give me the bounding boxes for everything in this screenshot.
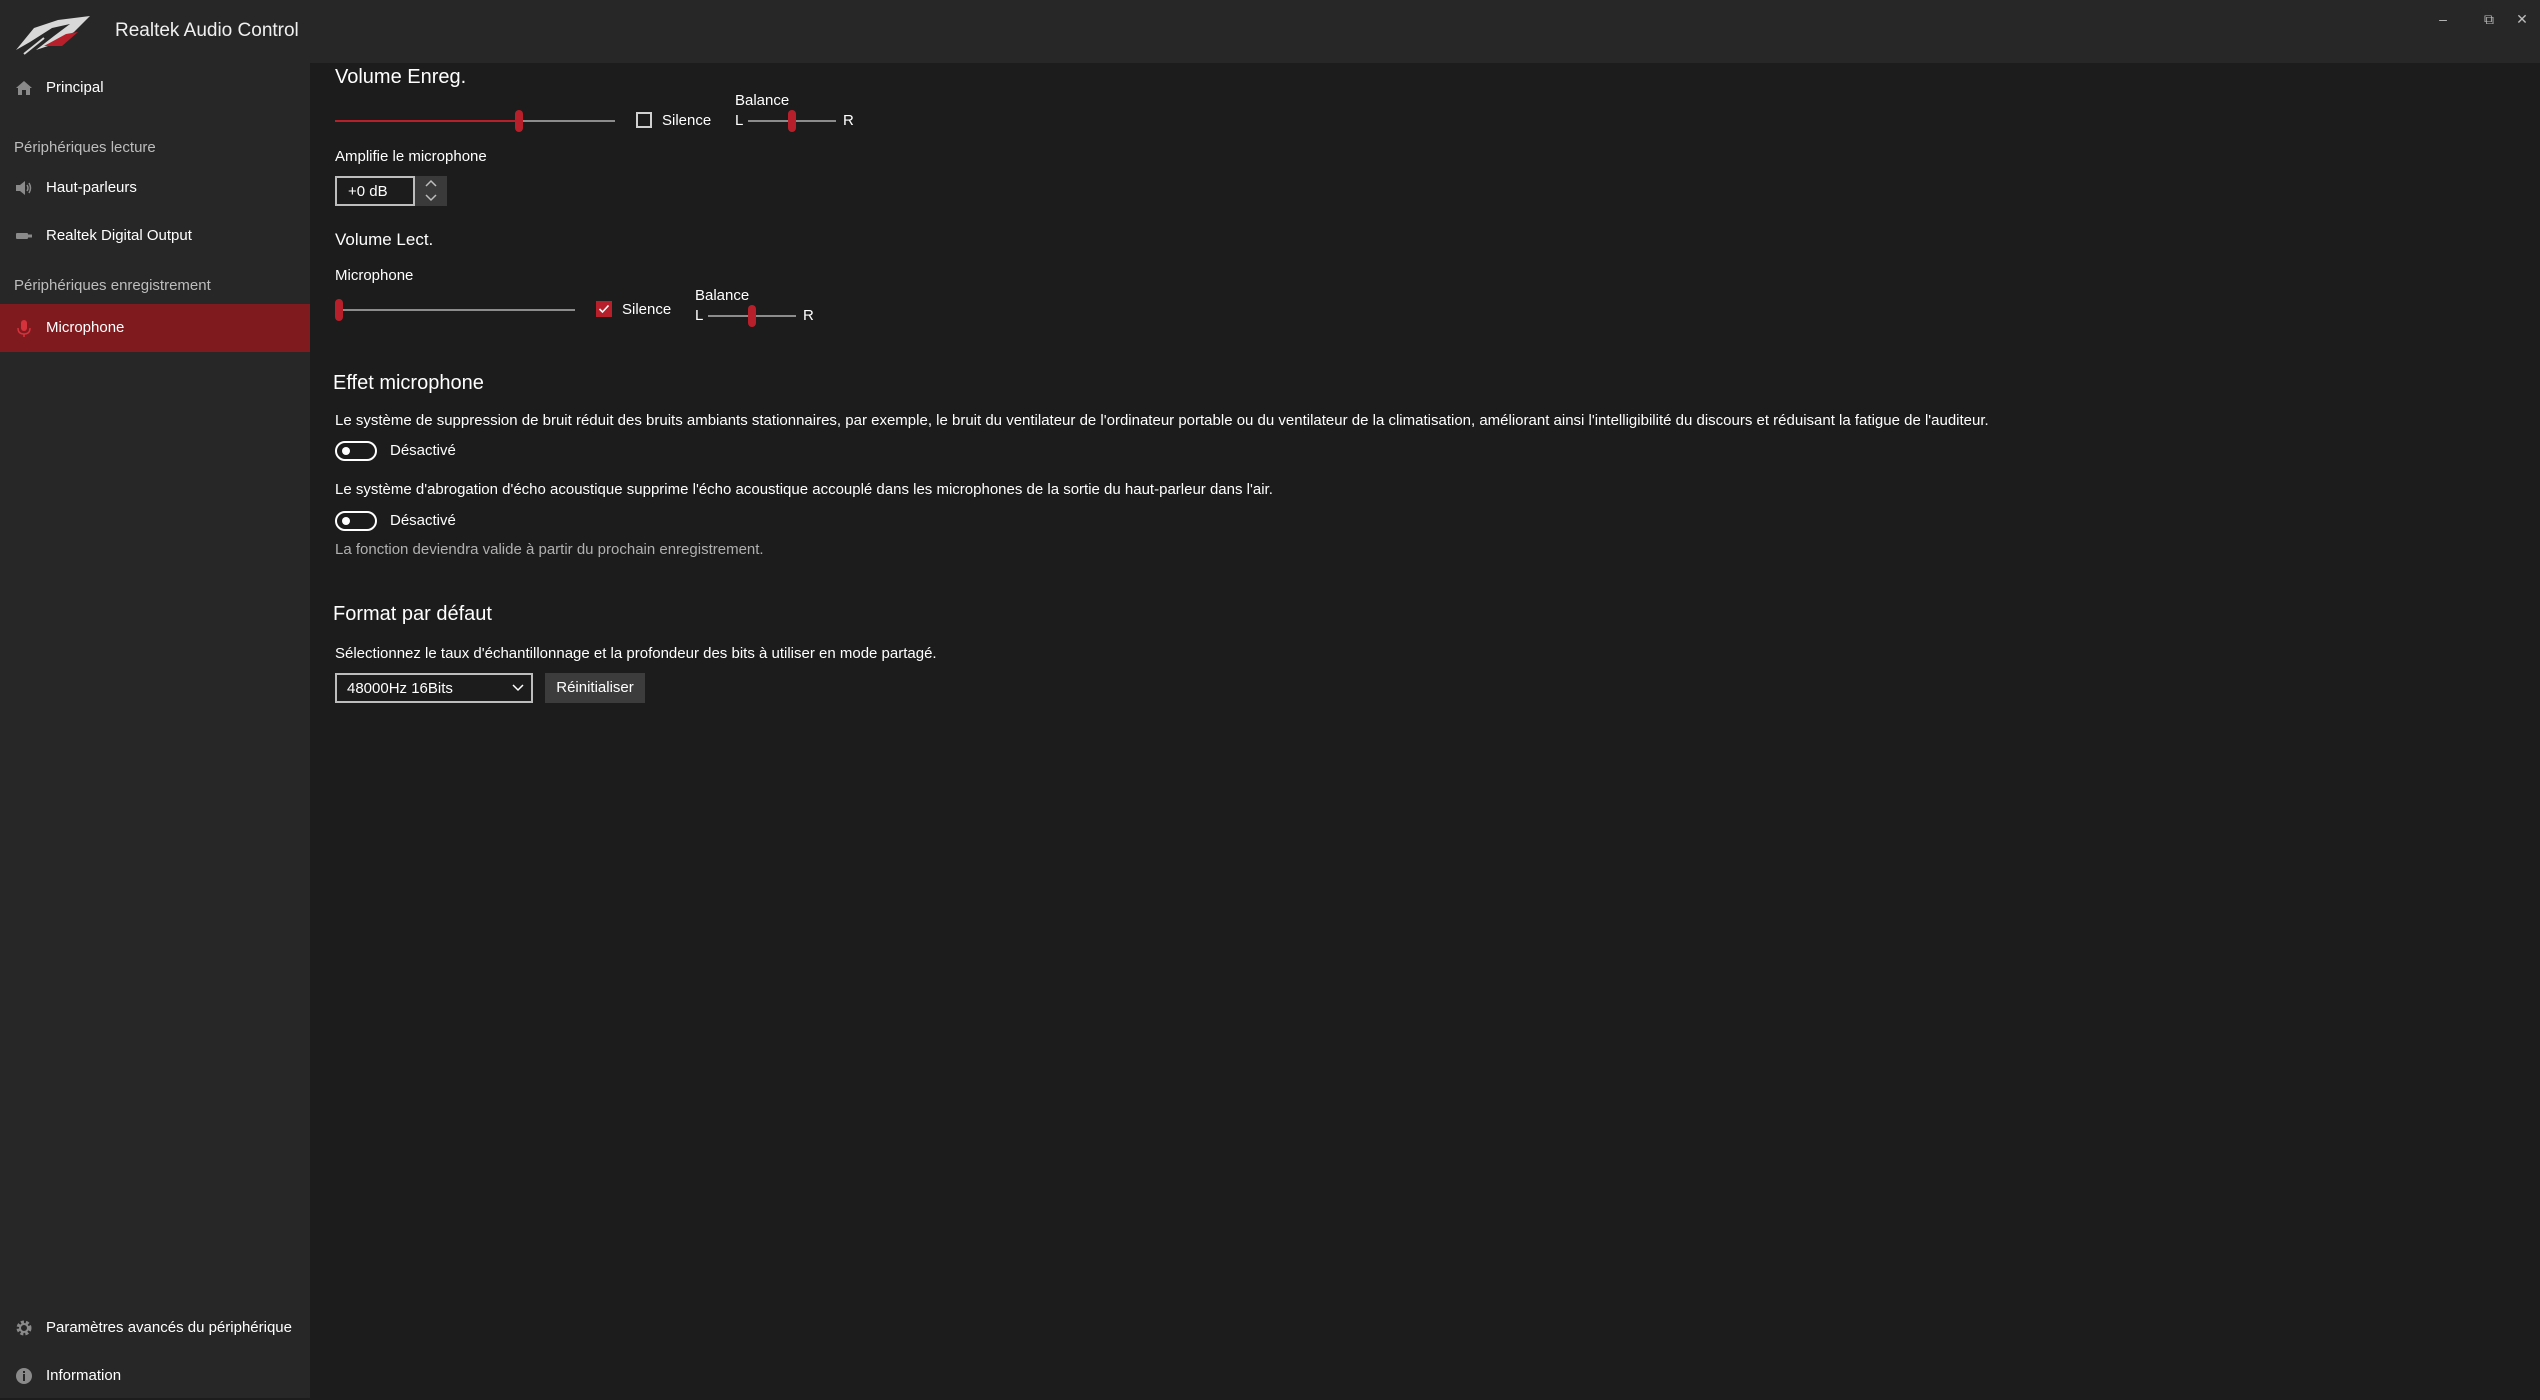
echo-cancellation-description: Le système d'abrogation d'écho acoustiqu… bbox=[335, 481, 1273, 498]
toggle-knob bbox=[342, 517, 350, 525]
playback-mute-checkbox[interactable] bbox=[596, 301, 612, 317]
gear-icon bbox=[16, 1320, 32, 1336]
app-title: Realtek Audio Control bbox=[115, 20, 299, 41]
record-volume-fill bbox=[335, 120, 519, 122]
playback-channel-label: Microphone bbox=[335, 267, 414, 284]
mic-boost-stepper bbox=[415, 176, 447, 206]
mic-effect-title: Effet microphone bbox=[333, 372, 484, 394]
playback-mute-label: Silence bbox=[622, 301, 672, 318]
toggle-knob bbox=[342, 447, 350, 455]
sidebar-item-advanced-settings[interactable]: Paramètres avancés du périphérique bbox=[0, 1304, 310, 1352]
playback-volume-slider[interactable] bbox=[335, 299, 575, 321]
mic-boost-value-text: +0 dB bbox=[348, 183, 388, 200]
minimize-button[interactable]: – bbox=[2420, 4, 2466, 34]
sidebar-item-speakers[interactable]: Haut-parleurs bbox=[0, 164, 310, 212]
sidebar: Principal Périphériques lecture Haut-par… bbox=[0, 63, 310, 1398]
record-balance-right-label: R bbox=[843, 112, 854, 129]
echo-cancellation-toggle[interactable] bbox=[335, 511, 377, 531]
record-volume-title: Volume Enreg. bbox=[335, 66, 467, 88]
echo-cancellation-state: Désactivé bbox=[390, 512, 456, 529]
record-volume-slider[interactable] bbox=[335, 110, 615, 132]
home-icon bbox=[16, 81, 32, 95]
recording-devices-header: Périphériques enregistrement bbox=[14, 277, 211, 294]
reset-button[interactable]: Réinitialiser bbox=[545, 673, 645, 703]
mic-boost-value[interactable]: +0 dB bbox=[335, 176, 415, 206]
chevron-up-icon[interactable] bbox=[424, 178, 438, 188]
checkmark-icon bbox=[598, 304, 610, 314]
playback-balance-slider[interactable] bbox=[708, 305, 796, 327]
playback-volume-thumb[interactable] bbox=[335, 299, 343, 321]
sidebar-item-information[interactable]: Information bbox=[0, 1352, 310, 1400]
sidebar-item-principal[interactable]: Principal bbox=[0, 64, 310, 112]
close-button[interactable]: ✕ bbox=[2504, 4, 2540, 34]
sidebar-item-digital-output[interactable]: Realtek Digital Output bbox=[0, 212, 310, 260]
playback-balance-label: Balance bbox=[695, 287, 750, 304]
playback-devices-header: Périphériques lecture bbox=[14, 139, 156, 156]
record-balance-left-label: L bbox=[735, 112, 744, 129]
noise-suppression-description: Le système de suppression de bruit rédui… bbox=[335, 412, 1989, 429]
title-bar: Realtek Audio Control – ⧉ ✕ bbox=[0, 0, 2540, 63]
sidebar-item-microphone[interactable]: Microphone bbox=[0, 304, 310, 352]
record-mute-checkbox[interactable] bbox=[636, 112, 652, 128]
sidebar-item-label: Realtek Digital Output bbox=[46, 227, 192, 244]
playback-balance-right-label: R bbox=[803, 307, 814, 324]
record-volume-thumb[interactable] bbox=[515, 110, 523, 132]
microphone-icon bbox=[17, 320, 31, 337]
playback-balance-left-label: L bbox=[695, 307, 704, 324]
record-balance-thumb[interactable] bbox=[788, 110, 796, 132]
sidebar-item-label: Principal bbox=[46, 79, 104, 96]
info-icon bbox=[16, 1368, 32, 1384]
mic-effect-note: La fonction deviendra valide à partir du… bbox=[335, 541, 764, 558]
record-balance-slider[interactable] bbox=[748, 110, 836, 132]
chevron-down-icon[interactable] bbox=[424, 193, 438, 203]
digital-output-icon bbox=[16, 233, 32, 239]
main-content: Volume Enreg. Silence Balance L R Amplif… bbox=[310, 63, 2540, 1398]
chevron-down-icon bbox=[512, 684, 524, 692]
record-balance-label: Balance bbox=[735, 92, 790, 109]
mic-boost-label: Amplifie le microphone bbox=[335, 148, 487, 165]
speaker-icon bbox=[16, 181, 32, 195]
record-mute-label: Silence bbox=[662, 112, 712, 129]
sidebar-item-label: Haut-parleurs bbox=[46, 179, 137, 196]
default-format-title: Format par défaut bbox=[333, 603, 492, 625]
playback-balance-thumb[interactable] bbox=[748, 305, 756, 327]
noise-suppression-state: Désactivé bbox=[390, 442, 456, 459]
playback-volume-title: Volume Lect. bbox=[335, 230, 434, 249]
sidebar-item-label: Information bbox=[46, 1367, 122, 1384]
sidebar-item-label: Paramètres avancés du périphérique bbox=[46, 1319, 292, 1336]
noise-suppression-toggle[interactable] bbox=[335, 441, 377, 461]
rog-logo-icon bbox=[16, 16, 90, 55]
sidebar-item-label: Microphone bbox=[46, 319, 125, 336]
default-format-selected-value: 48000Hz 16Bits bbox=[347, 680, 453, 697]
default-format-select[interactable]: 48000Hz 16Bits bbox=[335, 673, 533, 703]
default-format-description: Sélectionnez le taux d'échantillonnage e… bbox=[335, 645, 937, 662]
